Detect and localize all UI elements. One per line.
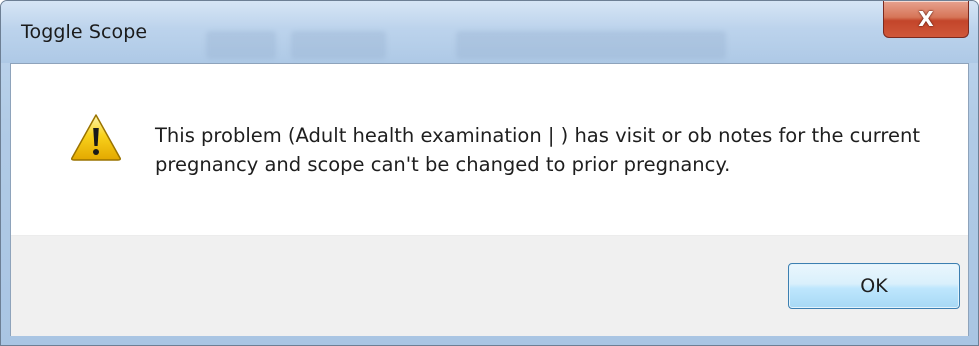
ok-button[interactable]: OK <box>788 263 960 309</box>
close-button[interactable]: X <box>883 1 969 38</box>
title-bar[interactable]: Toggle Scope X <box>1 1 978 63</box>
background-blur <box>291 31 386 59</box>
background-blur <box>206 31 276 59</box>
dialog-window: Toggle Scope X This problem (Adult healt… <box>0 0 979 346</box>
message-area: This problem (Adult health examination |… <box>11 64 968 235</box>
warning-icon <box>71 114 121 161</box>
button-bar: OK <box>11 235 968 336</box>
close-icon: X <box>918 7 934 31</box>
dialog-body: This problem (Adult health examination |… <box>10 63 969 336</box>
window-title: Toggle Scope <box>21 21 148 43</box>
background-blur <box>456 31 726 59</box>
message-text: This problem (Adult health examination |… <box>155 124 920 176</box>
